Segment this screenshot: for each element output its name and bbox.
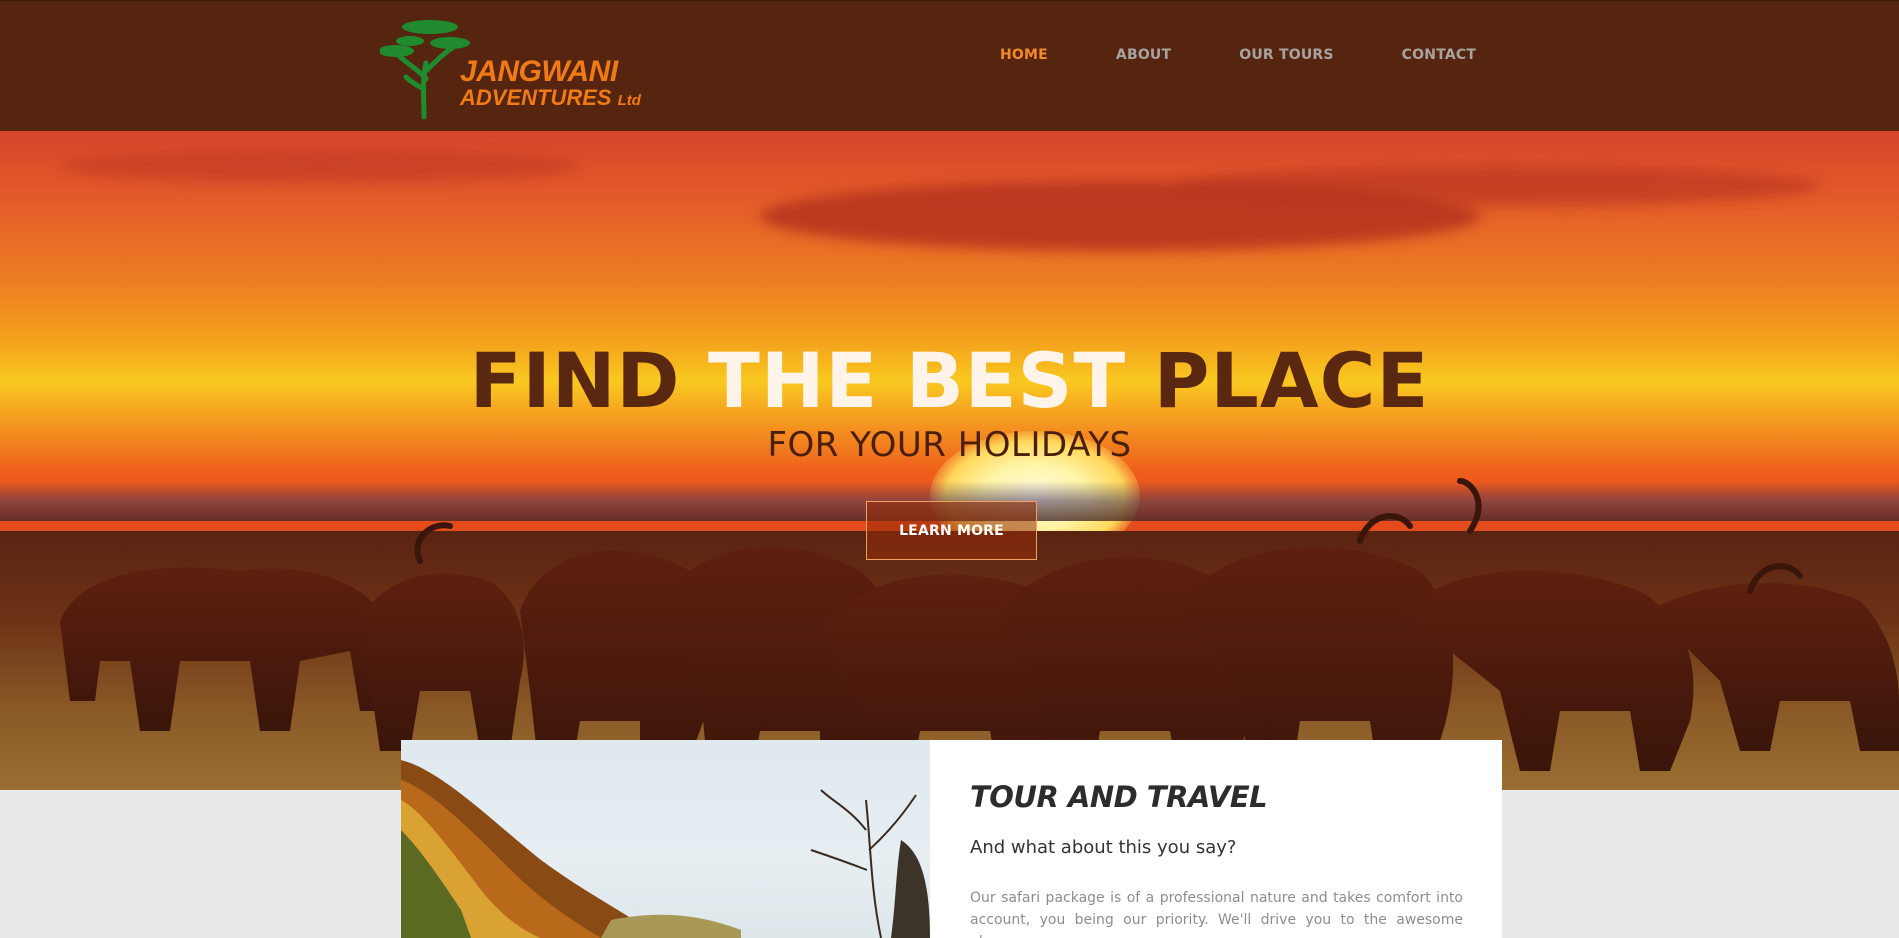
hero-subtitle-part: FOR YOUR xyxy=(767,425,947,465)
brand-name-line2: ADVENTURES Ltd xyxy=(460,87,641,109)
about-body: Our safari package is of a professional … xyxy=(970,890,1463,938)
hero-cloud xyxy=(60,149,580,183)
hero-subtitle: FOR YOUR HOLIDAYS xyxy=(0,428,1899,462)
hero-title-word: FIND xyxy=(469,336,681,425)
main-nav: HOME ABOUT OUR TOURS CONTACT xyxy=(1000,47,1476,63)
hero-title-word: PLACE xyxy=(1153,336,1430,425)
autumn-hillside-image xyxy=(401,740,930,938)
brand-logo[interactable]: JANGWANI ADVENTURES Ltd xyxy=(380,19,655,121)
hero-banner: FIND THE BEST PLACE FOR YOUR HOLIDAYS LE… xyxy=(0,131,1899,790)
about-subtitle: And what about this you say? xyxy=(970,837,1237,858)
acacia-tree-icon xyxy=(380,20,470,120)
nav-home[interactable]: HOME xyxy=(1000,47,1048,63)
hero-cloud xyxy=(1180,166,1820,206)
site-header: JANGWANI ADVENTURES Ltd HOME ABOUT OUR TO… xyxy=(0,0,1899,131)
nav-our-tours[interactable]: OUR TOURS xyxy=(1239,47,1333,63)
hero-title-word: THE xyxy=(707,336,879,425)
hero-title-word: BEST xyxy=(905,336,1127,425)
brand-name-line2-text: ADVENTURES xyxy=(460,85,612,110)
nav-contact[interactable]: CONTACT xyxy=(1402,47,1476,63)
nav-about[interactable]: ABOUT xyxy=(1116,47,1171,63)
learn-more-button[interactable]: LEARN MORE xyxy=(866,501,1037,560)
about-title: TOUR AND TRAVEL xyxy=(970,780,1268,814)
hero-subtitle-part: HOLIDAYS xyxy=(957,425,1132,465)
brand-suffix: Ltd xyxy=(617,92,641,109)
wildebeest-herd-image xyxy=(60,478,1899,790)
brand-name-line1: JANGWANI xyxy=(460,55,618,88)
autumn-hillside-illustration xyxy=(401,760,930,938)
hero-title: FIND THE BEST PLACE xyxy=(0,343,1899,419)
about-card: TOUR AND TRAVEL And what about this you … xyxy=(401,740,1502,938)
